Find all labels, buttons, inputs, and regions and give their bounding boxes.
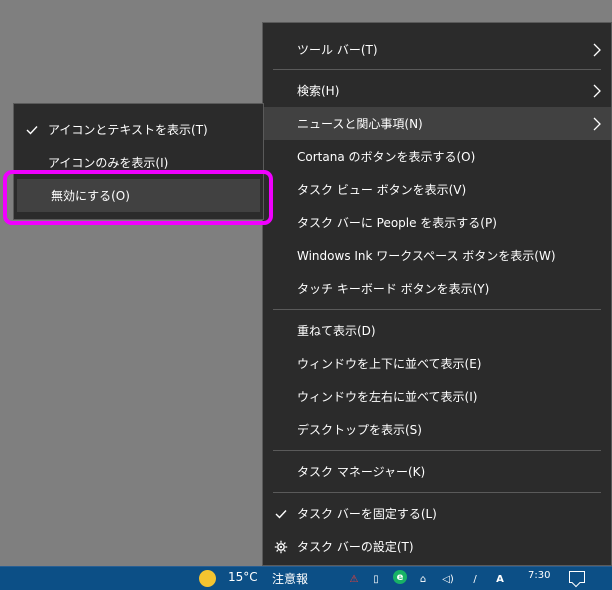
menu-item-cascade[interactable]: 重ねて表示(D) [263,314,611,347]
menu-item-label: タッチ キーボード ボタンを表示(Y) [297,281,490,296]
menu-item-label: ツール バー(T) [297,42,378,57]
menu-item-show-desktop[interactable]: デスクトップを表示(S) [263,413,611,446]
chevron-right-icon [593,117,601,130]
menu-item-lock-taskbar[interactable]: タスク バーを固定する(L) [263,497,611,530]
menu-item-label: ニュースと関心事項(N) [297,116,423,131]
temperature-label[interactable]: 15°C [228,570,258,584]
menu-item-cortana-button[interactable]: Cortana のボタンを表示する(O) [263,140,611,173]
menu-separator [273,309,601,310]
chevron-right-icon [593,43,601,56]
checkmark-icon [275,509,287,519]
menu-separator [273,492,601,493]
taskbar: 15°C 注意報 ⚠ ▯ e ⌂ ◁) / A 7:30 [0,566,612,590]
weather-status-label[interactable]: 注意報 [272,570,308,587]
network-icon[interactable]: ⌂ [417,570,429,588]
browser-e-icon[interactable]: e [393,570,407,584]
menu-item-taskbar-settings[interactable]: タスク バーの設定(T) [263,530,611,563]
sun-icon[interactable] [199,570,216,587]
menu-item-label: Windows Ink ワークスペース ボタンを表示(W) [297,248,556,263]
checkmark-icon [26,125,38,135]
menu-item-toolbar[interactable]: ツール バー(T) [263,33,611,66]
menu-item-label: タスク バーに People を表示する(P) [297,215,497,230]
menu-item-touch-keyboard[interactable]: タッチ キーボード ボタンを表示(Y) [263,272,611,305]
ime-icon[interactable]: A [493,570,507,588]
submenu-item-label: アイコンのみを表示(I) [48,155,169,170]
menu-item-news-interests[interactable]: ニュースと関心事項(N) [263,107,611,140]
menu-separator [273,450,601,451]
chevron-right-icon [593,84,601,97]
menu-item-task-view-button[interactable]: タスク ビュー ボタンを表示(V) [263,173,611,206]
menu-item-label: ウィンドウを左右に並べて表示(I) [297,389,478,404]
notification-icon[interactable] [569,571,585,583]
pen-icon[interactable]: / [468,570,482,588]
warning-icon[interactable]: ⚠ [347,570,361,588]
gear-icon [274,540,288,553]
highlight-ring [3,170,273,225]
menu-item-label: タスク バーを固定する(L) [297,506,437,521]
menu-item-side-by-side[interactable]: ウィンドウを左右に並べて表示(I) [263,380,611,413]
menu-item-label: Cortana のボタンを表示する(O) [297,149,476,164]
menu-item-windows-ink[interactable]: Windows Ink ワークスペース ボタンを表示(W) [263,239,611,272]
menu-item-label: デスクトップを表示(S) [297,422,422,437]
menu-separator [273,69,601,70]
document-icon[interactable]: ▯ [371,570,381,588]
menu-item-task-manager[interactable]: タスク マネージャー(K) [263,455,611,488]
menu-item-stack-vertical[interactable]: ウィンドウを上下に並べて表示(E) [263,347,611,380]
submenu-item-label: アイコンとテキストを表示(T) [48,122,208,137]
menu-item-search[interactable]: 検索(H) [263,74,611,107]
submenu-item-icon-and-text[interactable]: アイコンとテキストを表示(T) [14,113,263,146]
speaker-icon[interactable]: ◁) [440,570,456,588]
taskbar-context-menu: ツール バー(T) 検索(H) ニュースと関心事項(N) Cortana のボタ… [262,22,612,566]
menu-item-label: ウィンドウを上下に並べて表示(E) [297,356,482,371]
menu-item-label: タスク マネージャー(K) [297,464,426,479]
menu-item-people[interactable]: タスク バーに People を表示する(P) [263,206,611,239]
menu-item-label: 重ねて表示(D) [297,323,376,338]
menu-item-label: タスク バーの設定(T) [297,539,414,554]
menu-item-label: タスク ビュー ボタンを表示(V) [297,182,467,197]
menu-item-label: 検索(H) [297,83,340,98]
clock-label[interactable]: 7:30 [528,570,550,581]
